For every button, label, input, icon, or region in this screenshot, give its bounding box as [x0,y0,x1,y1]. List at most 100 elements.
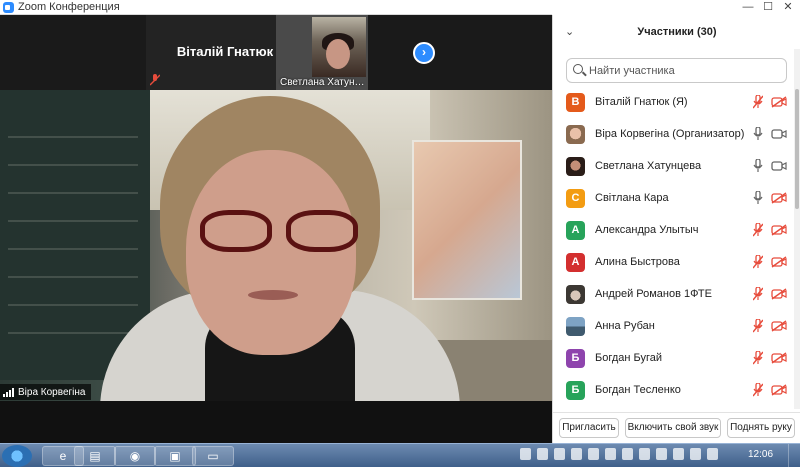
tray-icon[interactable] [639,448,650,460]
video-icon [771,161,787,171]
participant-row[interactable]: Віра Корвегіна (Организатор) [553,119,795,151]
participant-row[interactable]: С Світлана Кара [553,183,795,215]
zoom-logo-icon [3,2,14,13]
tray-icon[interactable] [520,448,531,460]
mic-off-icon [753,287,763,301]
close-button[interactable]: ✕ [778,0,798,15]
speaker-name: Віра Корвегіна [18,386,86,398]
panel-titlebar: — ☐ ✕ [552,0,800,15]
participant-row[interactable]: А Александра Улытыч [553,215,795,247]
mic-icon [753,127,763,140]
maximize-button[interactable]: ☐ [758,0,778,15]
participant-name: Богдан Бугай [595,352,663,364]
tray-icon[interactable] [673,448,684,460]
tray-icon[interactable] [588,448,599,460]
participant-row[interactable]: В Віталій Гнатюк (Я) [553,87,795,119]
avatar [566,125,585,144]
search-input[interactable]: Найти участника [566,58,787,83]
mic-off-icon [753,95,763,109]
participant-list: В Віталій Гнатюк (Я) Віра Корвегіна (Орган… [553,87,795,407]
mic-off-icon [753,351,763,365]
minimize-button[interactable]: — [738,0,758,15]
mic-off-icon [150,74,160,86]
show-desktop-button[interactable] [788,444,800,467]
tray-icon[interactable] [707,448,718,460]
tray-icon[interactable] [605,448,616,460]
unmute-button[interactable]: Включить свой звук [625,418,721,438]
avatar: Б [566,381,585,400]
folder-icon[interactable]: ▤ [74,446,116,466]
taskbar: e ▤ ◉ ▣ ▭ 12:06 [0,443,800,467]
video-off-icon [771,352,787,364]
avatar: В [566,93,585,112]
panel-title: Участники (30) [637,26,717,38]
mic-icon [753,191,763,204]
participant-name: Богдан Тесленко [595,384,681,396]
video-off-icon [771,96,787,108]
video-off-icon [771,384,787,396]
avatar: С [566,189,585,208]
next-page-button[interactable]: › [413,42,435,64]
avatar: А [566,221,585,240]
clock: 12:06 [748,449,774,460]
active-speaker-video [0,90,552,401]
mic-off-icon [753,383,763,397]
chrome-icon[interactable]: ◉ [114,446,156,466]
avatar [566,317,585,336]
participant-row[interactable]: А Алина Быстрова [553,247,795,279]
avatar: Б [566,349,585,368]
speaker-label: Віра Корвегіна [0,384,92,400]
video-off-icon [771,320,787,332]
chevron-right-icon: › [422,45,426,59]
participant-name: Анна Рубан [595,320,655,332]
video-off-icon [771,192,787,204]
avatar [566,157,585,176]
participant-name: Віра Корвегіна (Организатор) [595,128,745,140]
participant-thumbnail[interactable]: Светлана Хатун… [276,15,368,90]
participants-panel: ⌄ Участники (30) Найти участника В Віталі… [552,15,800,443]
participant-name: Алина Быстрова [595,256,680,268]
tray-icon[interactable] [571,448,582,460]
participant-name: Віталій Гнатюк (Я) [595,96,688,108]
zoom-icon[interactable]: ▭ [192,446,234,466]
glasses [200,210,272,252]
mic-off-icon [753,255,763,269]
system-tray [520,448,718,460]
tray-icon[interactable] [537,448,548,460]
terminal-icon[interactable]: ▣ [154,446,196,466]
video-off-icon [771,224,787,236]
participant-row[interactable]: Анна Рубан [553,311,795,343]
raise-hand-button[interactable]: Поднять руку [727,418,795,438]
invite-button[interactable]: Пригласить [559,418,619,438]
participant-row[interactable]: Б Богдан Бугай [553,343,795,375]
avatar [566,285,585,304]
thumbnail-name: Светлана Хатун… [280,77,365,88]
tray-icon[interactable] [656,448,667,460]
participant-name: Світлана Кара [595,192,669,204]
tray-icon[interactable] [690,448,701,460]
participant-row[interactable]: Светлана Хатунцева [553,151,795,183]
window-titlebar: Zoom Конференция [0,0,552,15]
window-title: Zoom Конференция [18,1,120,13]
mic-icon [753,159,763,172]
start-button[interactable] [2,445,32,467]
mic-off-icon [753,319,763,333]
avatar: А [566,253,585,272]
search-icon [573,64,583,74]
participant-name: Светлана Хатунцева [595,160,702,172]
tray-icon[interactable] [622,448,633,460]
participant-row[interactable]: Б Богдан Тесленко [553,375,795,407]
panel-footer: Пригласить Включить свой звук Поднять ру… [553,412,800,443]
thumbnail-strip: Віталій Гнатюк Светлана Хатун… › [0,15,552,90]
video-icon [771,129,787,139]
participant-name: Александра Улытыч [595,224,699,236]
video-off-icon [771,288,787,300]
participant-name: Андрей Романов 1ФТЕ [595,288,712,300]
scrollbar[interactable] [794,49,800,409]
video-off-icon [771,256,787,268]
search-placeholder: Найти участника [589,65,675,77]
participant-row[interactable]: Андрей Романов 1ФТЕ [553,279,795,311]
panel-header: ⌄ Участники (30) [553,15,800,49]
mic-off-icon [753,223,763,237]
tray-icon[interactable] [554,448,565,460]
